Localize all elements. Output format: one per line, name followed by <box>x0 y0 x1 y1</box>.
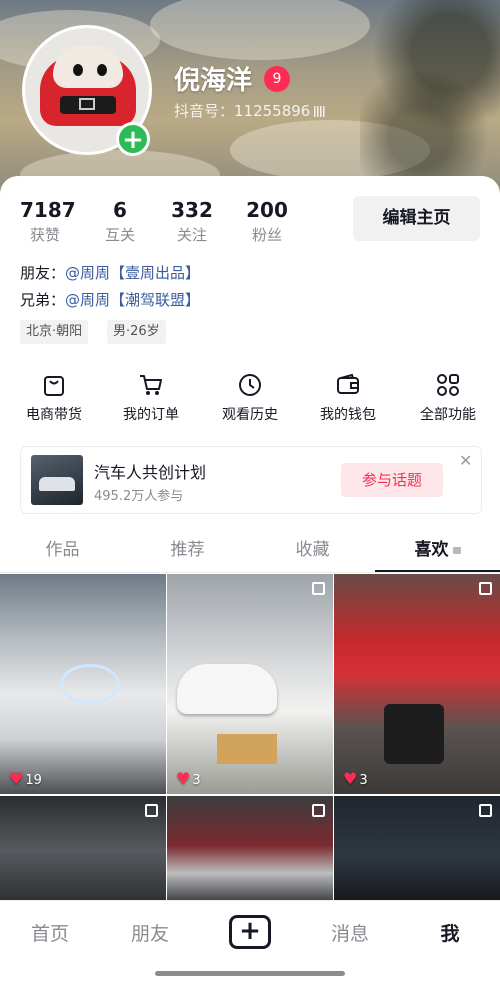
multi-image-icon <box>145 804 158 817</box>
like-count: ♥ 3 <box>176 769 201 788</box>
video-thumbnail[interactable] <box>0 796 166 906</box>
stat-number: 6 <box>113 198 127 222</box>
function-history[interactable]: 观看历史 <box>200 372 300 424</box>
function-label: 电商带货 <box>26 407 82 423</box>
heart-icon: ♥ <box>343 769 358 788</box>
nav-friends[interactable]: 朋友 <box>100 919 200 946</box>
relation-link[interactable]: @周周【潮驾联盟】 <box>65 291 200 309</box>
multi-image-icon <box>312 582 325 595</box>
tab-likes[interactable]: 喜欢 <box>375 530 500 570</box>
active-tab-indicator <box>375 570 500 572</box>
relation-prefix: 朋友： <box>20 264 66 282</box>
stat-mutual[interactable]: 6 互关 <box>100 198 140 245</box>
stat-following[interactable]: 332 关注 <box>170 198 214 245</box>
relation-prefix: 兄弟： <box>20 291 66 309</box>
promo-title: 汽车人共创计划 <box>94 463 207 482</box>
qr-code-icon[interactable] <box>314 106 326 117</box>
nav-home[interactable]: 首页 <box>0 919 100 946</box>
stat-label: 获赞 <box>29 226 60 244</box>
like-count: ♥ 19 <box>9 769 42 788</box>
tab-works[interactable]: 作品 <box>0 530 125 570</box>
heart-icon: ♥ <box>176 769 191 788</box>
stat-number: 200 <box>246 198 288 222</box>
nav-messages[interactable]: 消息 <box>300 919 400 946</box>
grid-icon <box>437 374 459 396</box>
function-label: 观看历史 <box>222 407 278 423</box>
multi-image-icon <box>479 582 492 595</box>
home-indicator[interactable] <box>155 971 345 976</box>
function-label: 我的订单 <box>123 407 179 423</box>
function-orders[interactable]: 我的订单 <box>101 372 201 424</box>
video-thumbnail[interactable]: ♥ 3 <box>167 574 333 794</box>
relation-brother: 兄弟：@周周【潮驾联盟】 <box>20 289 200 310</box>
multi-image-icon <box>312 804 325 817</box>
like-count-value: 3 <box>192 773 201 788</box>
join-topic-button[interactable]: 参与话题 <box>341 463 443 497</box>
like-count-value: 19 <box>25 773 42 788</box>
like-count-value: 3 <box>359 773 368 788</box>
clock-icon <box>239 374 261 396</box>
like-count: ♥ 3 <box>343 769 368 788</box>
video-thumbnail[interactable] <box>334 796 500 906</box>
promo-subtitle: 495.2万人参与 <box>94 489 184 504</box>
tab-label: 作品 <box>45 540 80 560</box>
stat-number: 7187 <box>20 198 76 222</box>
promo-thumbnail <box>31 455 83 505</box>
tab-recommend[interactable]: 推荐 <box>125 530 250 570</box>
level-badge: 9 <box>264 66 290 92</box>
stat-followers[interactable]: 200 粉丝 <box>245 198 289 245</box>
wallet-icon <box>337 373 359 394</box>
multi-image-icon <box>479 804 492 817</box>
cart-icon <box>140 375 162 395</box>
stat-label: 关注 <box>176 226 207 244</box>
tab-label: 推荐 <box>170 540 205 560</box>
shopping-bag-icon <box>44 376 64 396</box>
add-avatar-plus-icon[interactable]: + <box>116 122 150 156</box>
relation-link[interactable]: @周周【壹周出品】 <box>65 264 200 282</box>
nickname: 倪海洋 <box>174 66 253 96</box>
video-thumbnail[interactable]: ♥ 3 <box>334 574 500 794</box>
close-icon[interactable]: ✕ <box>459 451 472 470</box>
stat-likes[interactable]: 7187 获赞 <box>20 198 76 245</box>
location-tag: 北京·朝阳 <box>20 320 89 344</box>
video-thumbnail[interactable]: ♥ 19 <box>0 574 166 794</box>
gender-age-tag: 男·26岁 <box>107 320 166 344</box>
stat-label: 互关 <box>104 226 135 244</box>
tab-favorites[interactable]: 收藏 <box>250 530 375 570</box>
edit-profile-button[interactable]: 编辑主页 <box>353 196 480 241</box>
douyin-id-text: 抖音号：11255896 <box>174 102 311 120</box>
profile-card: 7187 获赞 6 互关 332 关注 200 粉丝 编辑主页 朋友：@周周【壹… <box>0 176 500 982</box>
relation-friend: 朋友：@周周【壹周出品】 <box>20 262 200 283</box>
douyin-id[interactable]: 抖音号：11255896 <box>174 100 326 121</box>
promo-card[interactable]: 汽车人共创计划 495.2万人参与 参与话题 ✕ <box>20 446 482 514</box>
stat-number: 332 <box>171 198 213 222</box>
lock-icon <box>452 547 461 554</box>
heart-icon: ♥ <box>9 769 24 788</box>
function-label: 全部功能 <box>420 407 476 423</box>
tab-label: 收藏 <box>295 540 330 560</box>
function-ecommerce[interactable]: 电商带货 <box>4 372 104 424</box>
function-wallet[interactable]: 我的钱包 <box>298 372 398 424</box>
create-post-button[interactable]: + <box>229 915 271 949</box>
video-thumbnail[interactable] <box>167 796 333 906</box>
nav-me[interactable]: 我 <box>400 919 500 946</box>
function-label: 我的钱包 <box>320 407 376 423</box>
content-tabs: 作品 推荐 收藏 喜欢 <box>0 530 500 573</box>
tab-label: 喜欢 <box>414 540 449 560</box>
stat-label: 粉丝 <box>251 226 282 244</box>
function-all[interactable]: 全部功能 <box>398 372 498 424</box>
bottom-nav: 首页 朋友 + 消息 我 <box>0 900 500 983</box>
